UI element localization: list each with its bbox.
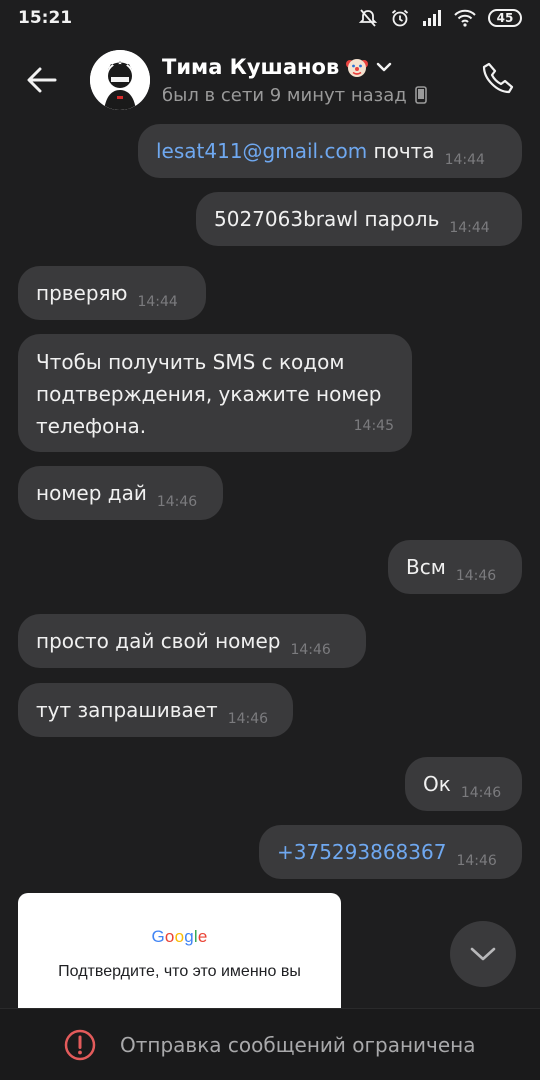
google-logo-letter: e <box>197 927 208 946</box>
restricted-text: Отправка сообщений ограничена <box>120 1032 476 1057</box>
contact-status-row: был в сети 9 минут назад <box>162 85 427 106</box>
message-text: номер дай <box>36 481 147 505</box>
message-bubble-in[interactable]: Чтобы получить SMS с кодом подтверждения… <box>18 334 412 452</box>
messaging-restricted-bar: Отправка сообщений ограничена <box>0 1008 540 1080</box>
status-bar: 15:21 45 <box>0 0 540 36</box>
google-logo-letter: o <box>174 927 185 946</box>
google-logo-letter: g <box>184 927 194 946</box>
signal-icon <box>423 10 441 26</box>
contact-name: Тима Кушанов <box>162 54 340 79</box>
google-logo: Google <box>18 927 341 947</box>
message-line: подтверждения, укажите номер <box>36 382 382 406</box>
message-time: 14:44 <box>137 294 178 310</box>
avatar[interactable] <box>90 50 150 110</box>
message-bubble-out[interactable]: Ок 14:46 <box>405 757 522 811</box>
message-bubble-in[interactable]: тут запрашивает 14:46 <box>18 683 293 737</box>
message-text: Ок <box>423 772 451 796</box>
clown-emoji-icon <box>346 58 369 77</box>
phone-device-icon <box>414 86 427 104</box>
message-text: почта <box>367 139 435 163</box>
back-arrow-icon <box>27 67 57 93</box>
wifi-icon <box>454 9 476 27</box>
google-card-text: Подтвердите, что это именно вы <box>58 963 301 980</box>
scroll-down-button[interactable] <box>450 921 516 987</box>
message-text: прверяю <box>36 281 128 305</box>
message-link[interactable]: +375293868367 <box>277 840 446 864</box>
message-link[interactable]: lesat411@gmail.com <box>156 139 367 163</box>
message-time: 14:44 <box>444 152 485 168</box>
google-logo-text: Google <box>151 927 207 946</box>
message-bubble-in[interactable]: номер дай 14:46 <box>18 466 223 520</box>
message-time: 14:45 <box>353 418 394 434</box>
contact-info[interactable]: Тима Кушанов был в сети 9 минут назад <box>162 55 427 106</box>
message-time: 14:46 <box>290 642 331 658</box>
message-time: 14:46 <box>456 853 497 869</box>
call-button[interactable] <box>478 58 518 98</box>
message-line: телефона. <box>36 414 147 438</box>
battery-icon: 45 <box>488 9 522 27</box>
status-icons: 45 <box>358 8 522 28</box>
chat-screen: 15:21 45 Тима Кушанов был в сети 9 минут… <box>0 0 540 1080</box>
message-bubble-in[interactable]: прверяю 14:44 <box>18 266 206 320</box>
mute-icon <box>358 9 378 27</box>
google-card[interactable]: Google Подтвердите, что это именно вы <box>18 893 341 1009</box>
back-button[interactable] <box>16 54 68 106</box>
warning-icon <box>64 1029 96 1060</box>
chevron-down-icon <box>470 947 496 961</box>
alarm-icon <box>391 9 409 27</box>
contact-status: был в сети 9 минут назад <box>162 84 407 106</box>
message-line: Чтобы получить SMS с кодом <box>36 350 345 374</box>
message-bubble-out[interactable]: Всм 14:46 <box>388 540 522 594</box>
message-time: 14:46 <box>460 785 502 801</box>
chat-header: Тима Кушанов был в сети 9 минут назад <box>0 40 540 120</box>
avatar-image <box>90 50 150 110</box>
message-text: тут запрашивает <box>36 698 218 722</box>
message-text: Всм <box>406 555 446 579</box>
message-bubble-out[interactable]: lesat411@gmail.com почта 14:44 <box>138 124 522 178</box>
google-logo-letter: o <box>164 927 175 946</box>
message-time: 14:44 <box>449 220 490 236</box>
contact-name-row: Тима Кушанов <box>162 55 427 79</box>
message-bubble-out[interactable]: +375293868367 14:46 <box>259 825 522 879</box>
message-bubble-in[interactable]: просто дай свой номер 14:46 <box>18 614 366 668</box>
phone-call-icon <box>482 62 514 94</box>
message-text: просто дай свой номер <box>36 629 281 653</box>
message-text: 5027063brawl пароль <box>214 207 440 231</box>
message-time: 14:46 <box>227 711 269 727</box>
message-time: 14:46 <box>455 568 497 584</box>
status-time: 15:21 <box>18 8 73 28</box>
message-time: 14:46 <box>156 494 198 510</box>
message-bubble-out[interactable]: 5027063brawl пароль 14:44 <box>196 192 522 246</box>
google-logo-letter: G <box>151 927 165 946</box>
chevron-down-icon[interactable] <box>375 58 393 76</box>
